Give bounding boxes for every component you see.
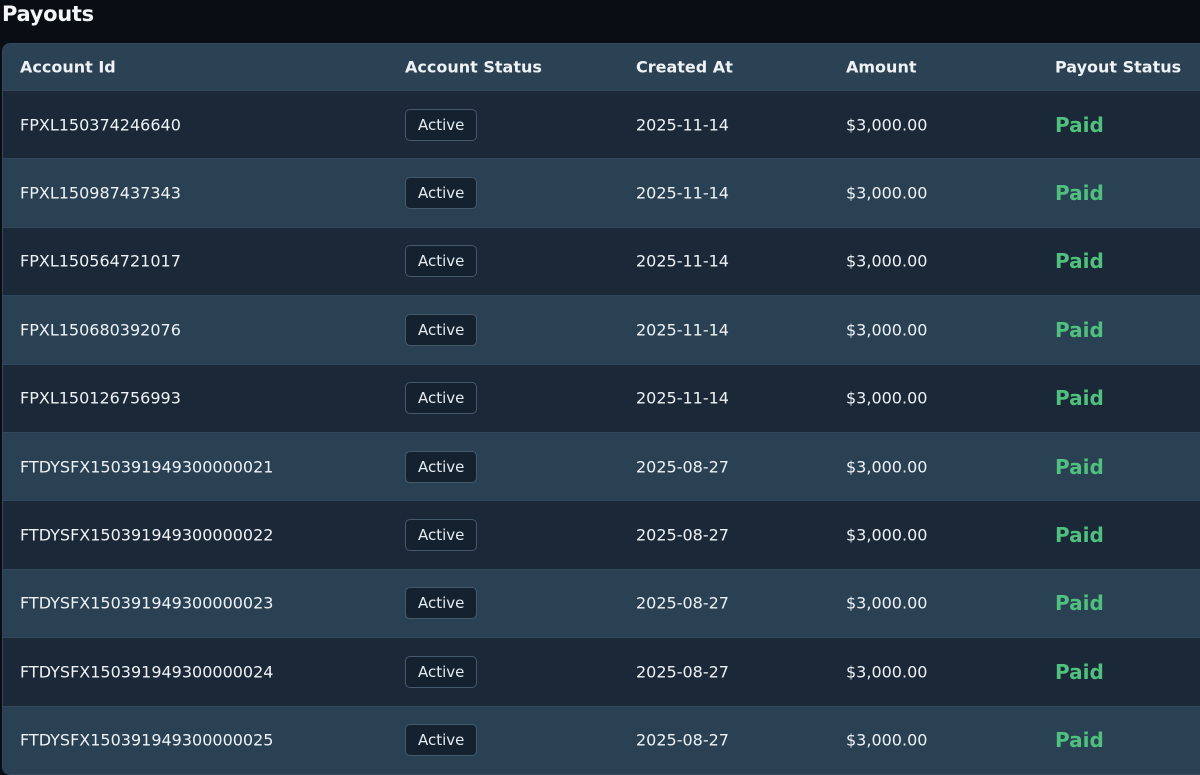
created-at-cell: 2025-08-27	[636, 730, 729, 750]
account-status-cell: Active	[405, 655, 478, 688]
created-at-cell: 2025-11-14	[636, 115, 729, 135]
payout-status-cell: Paid	[1055, 659, 1104, 684]
amount-cell: $3,000.00	[846, 388, 928, 408]
created-at-cell: 2025-11-14	[636, 251, 729, 271]
column-header-payout-status[interactable]: Payout Status	[1055, 58, 1181, 77]
table-row[interactable]: FTDYSFX150391949300000025 Active 2025-08-2…	[3, 705, 1200, 774]
account-status-badge: Active	[405, 450, 478, 483]
amount-cell: $3,000.00	[846, 593, 928, 613]
payout-status-cell: Paid	[1055, 728, 1104, 753]
account-id-cell: FTDYSFX150391949300000022	[20, 525, 274, 545]
account-status-cell: Active	[405, 108, 478, 141]
account-status-cell: Active	[405, 245, 478, 278]
account-status-cell: Active	[405, 382, 478, 415]
created-at-cell: 2025-11-14	[636, 320, 729, 340]
amount-cell: $3,000.00	[846, 115, 928, 135]
account-status-cell: Active	[405, 724, 478, 757]
account-id-cell: FTDYSFX150391949300000025	[20, 730, 274, 750]
created-at-cell: 2025-08-27	[636, 525, 729, 545]
created-at-cell: 2025-08-27	[636, 457, 729, 477]
payouts-table: Account Id Account Status Created At Amo…	[2, 43, 1200, 775]
account-status-cell: Active	[405, 177, 478, 210]
account-status-badge: Active	[405, 724, 478, 757]
account-status-badge: Active	[405, 587, 478, 620]
account-status-cell: Active	[405, 519, 478, 552]
table-row[interactable]: FPXL150987437343 Active 2025-11-14 $3,000.0…	[3, 158, 1200, 227]
account-id-cell: FPXL150564721017	[20, 251, 181, 271]
payout-status-cell: Paid	[1055, 249, 1104, 274]
table-header-row: Account Id Account Status Created At Amo…	[3, 44, 1200, 90]
account-id-cell: FTDYSFX150391949300000024	[20, 662, 274, 682]
table-row[interactable]: FPXL150680392076 Active 2025-11-14 $3,000.0…	[3, 295, 1200, 364]
table-row[interactable]: FTDYSFX150391949300000021 Active 2025-08-2…	[3, 431, 1200, 501]
amount-cell: $3,000.00	[846, 183, 928, 203]
payout-status-cell: Paid	[1055, 386, 1104, 411]
account-status-cell: Active	[405, 313, 478, 346]
amount-cell: $3,000.00	[846, 525, 928, 545]
account-id-cell: FPXL150680392076	[20, 320, 181, 340]
table-row[interactable]: FPXL150126756993 Active 2025-11-14 $3,000.0…	[3, 363, 1200, 432]
account-id-cell: FPXL150987437343	[20, 183, 181, 203]
payout-status-cell: Paid	[1055, 317, 1104, 342]
table-row[interactable]: FPXL150564721017 Active 2025-11-14 $3,000.0…	[3, 226, 1200, 296]
amount-cell: $3,000.00	[846, 730, 928, 750]
table-body: FPXL150374246640 Active 2025-11-14 $3,000.0…	[3, 90, 1200, 774]
created-at-cell: 2025-11-14	[636, 183, 729, 203]
account-status-cell: Active	[405, 450, 478, 483]
amount-cell: $3,000.00	[846, 457, 928, 477]
amount-cell: $3,000.00	[846, 320, 928, 340]
table-row[interactable]: FPXL150374246640 Active 2025-11-14 $3,000.0…	[3, 90, 1200, 159]
created-at-cell: 2025-11-14	[636, 388, 729, 408]
account-status-cell: Active	[405, 587, 478, 620]
payout-status-cell: Paid	[1055, 591, 1104, 616]
payout-status-cell: Paid	[1055, 523, 1104, 548]
amount-cell: $3,000.00	[846, 251, 928, 271]
column-header-account-id[interactable]: Account Id	[20, 58, 116, 77]
account-status-badge: Active	[405, 245, 478, 278]
account-status-badge: Active	[405, 655, 478, 688]
column-header-amount[interactable]: Amount	[846, 58, 916, 77]
column-header-account-status[interactable]: Account Status	[405, 58, 542, 77]
account-id-cell: FPXL150374246640	[20, 115, 181, 135]
created-at-cell: 2025-08-27	[636, 593, 729, 613]
table-row[interactable]: FTDYSFX150391949300000022 Active 2025-08-2…	[3, 500, 1200, 569]
table-row[interactable]: FTDYSFX150391949300000023 Active 2025-08-2…	[3, 568, 1200, 638]
amount-cell: $3,000.00	[846, 662, 928, 682]
account-status-badge: Active	[405, 382, 478, 415]
payout-status-cell: Paid	[1055, 181, 1104, 206]
created-at-cell: 2025-08-27	[636, 662, 729, 682]
account-id-cell: FTDYSFX150391949300000021	[20, 457, 274, 477]
payout-status-cell: Paid	[1055, 112, 1104, 137]
account-status-badge: Active	[405, 519, 478, 552]
account-status-badge: Active	[405, 177, 478, 210]
account-status-badge: Active	[405, 108, 478, 141]
column-header-created-at[interactable]: Created At	[636, 58, 733, 77]
table-row[interactable]: FTDYSFX150391949300000024 Active 2025-08-2…	[3, 637, 1200, 706]
account-id-cell: FTDYSFX150391949300000023	[20, 593, 274, 613]
payout-status-cell: Paid	[1055, 454, 1104, 479]
page-title: Payouts	[2, 2, 94, 26]
account-id-cell: FPXL150126756993	[20, 388, 181, 408]
account-status-badge: Active	[405, 313, 478, 346]
